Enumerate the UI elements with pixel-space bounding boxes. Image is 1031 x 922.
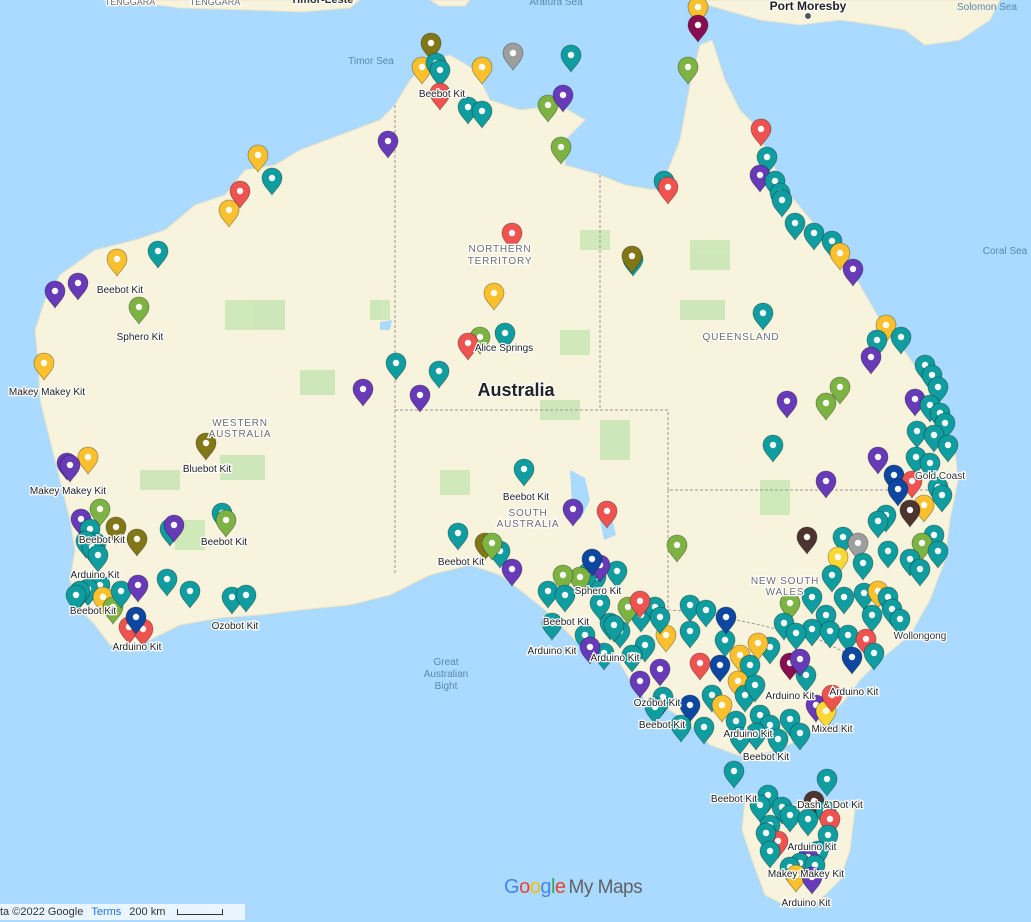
kit-label: Beebot Kit xyxy=(97,285,143,296)
state-label: NORTHERN xyxy=(469,244,532,255)
place-label: TENGGARA xyxy=(190,0,241,7)
copyright-text: ta ©2022 Google xyxy=(0,906,84,918)
kit-label: Beebot Kit xyxy=(201,537,247,548)
kit-label: Sphero Kit xyxy=(575,586,622,597)
logo-letter: o xyxy=(519,876,530,898)
logo-letter: g xyxy=(540,876,551,898)
kit-label: Arduino Kit xyxy=(766,691,815,702)
water-label: Bight xyxy=(435,681,458,692)
kit-label: Beebot Kit xyxy=(743,752,789,763)
place-label: Gold Coast xyxy=(915,471,965,482)
kit-label: Beebot Kit xyxy=(79,535,125,546)
city-dot xyxy=(804,12,812,20)
kit-label: Arduino Kit xyxy=(830,687,879,698)
place-label: Timor-Leste xyxy=(291,0,354,6)
google-my-maps-logo: Google My Maps xyxy=(504,876,643,899)
kit-label: Beebot Kit xyxy=(543,617,589,628)
logo-letter: G xyxy=(504,876,520,898)
water-label: Australian xyxy=(424,669,468,680)
kit-label: Makey Makey Kit xyxy=(30,486,106,497)
place-label: TENGGARA xyxy=(105,0,156,7)
water-label: Coral Sea xyxy=(983,246,1028,257)
kit-label: Arduino Kit xyxy=(528,646,577,657)
logo-letter: o xyxy=(529,876,541,898)
kit-label: Arduino Kit xyxy=(782,898,831,909)
kit-label: Alice Springs xyxy=(475,343,533,354)
kit-label: Beebot Kit xyxy=(639,720,685,731)
kit-label: Beebot Kit xyxy=(419,89,465,100)
kit-label: Mixed Kit xyxy=(811,724,852,735)
kit-label: Beebot Kit xyxy=(503,492,549,503)
state-label: TERRITORY xyxy=(468,256,533,267)
water-label: Timor Sea xyxy=(348,56,394,67)
logo-letter: e xyxy=(554,876,566,898)
kit-label: Beebot Kit xyxy=(711,794,757,805)
kit-label: Ozobot Kit xyxy=(212,621,259,632)
logo-product-name: My Maps xyxy=(568,877,643,898)
kit-label: Beebot Kit xyxy=(438,557,484,568)
water-label: Arafura Sea xyxy=(529,0,583,8)
terms-link[interactable]: Terms xyxy=(91,906,121,918)
country-label: Australia xyxy=(477,380,555,400)
water-label: Great xyxy=(433,657,458,668)
scale-text: 200 km xyxy=(129,906,166,918)
map-canvas[interactable]: Australia NORTHERNTERRITORY QUEENSLAND WEST… xyxy=(0,0,1031,922)
place-label: Wollongong xyxy=(894,631,947,642)
state-label: SOUTH xyxy=(509,508,548,519)
state-label: QUEENSLAND xyxy=(703,332,780,343)
state-label: AUSTRALIA xyxy=(209,429,272,440)
map-footer: ta ©2022 Google Terms 200 km xyxy=(0,904,246,920)
kit-label: Beebot Kit xyxy=(70,606,116,617)
kit-label: Makey Makey Kit xyxy=(768,869,844,880)
kit-label: Dash & Dot Kit xyxy=(797,800,863,811)
place-label: Port Moresby xyxy=(770,0,847,13)
kit-label: Ozobot Kit xyxy=(634,698,681,709)
state-label: WESTERN xyxy=(212,418,268,429)
kit-label: Arduino Kit xyxy=(113,642,162,653)
scale-label[interactable]: 200 km xyxy=(129,906,231,918)
kit-label: Arduino Kit xyxy=(724,729,773,740)
kit-label: Arduino Kit xyxy=(591,653,640,664)
kit-label: Arduino Kit xyxy=(71,570,120,581)
kit-label: Arduino Kit xyxy=(788,842,837,853)
state-label: WALES xyxy=(766,587,805,598)
kit-label: Makey Makey Kit xyxy=(9,387,85,398)
kit-label: Sphero Kit xyxy=(117,332,164,343)
state-label: NEW SOUTH xyxy=(751,576,819,587)
water-label: Solomon Sea xyxy=(957,2,1017,13)
kit-label: Bluebot Kit xyxy=(183,464,232,475)
scale-bar xyxy=(177,909,224,916)
state-label: AUSTRALIA xyxy=(497,519,560,530)
